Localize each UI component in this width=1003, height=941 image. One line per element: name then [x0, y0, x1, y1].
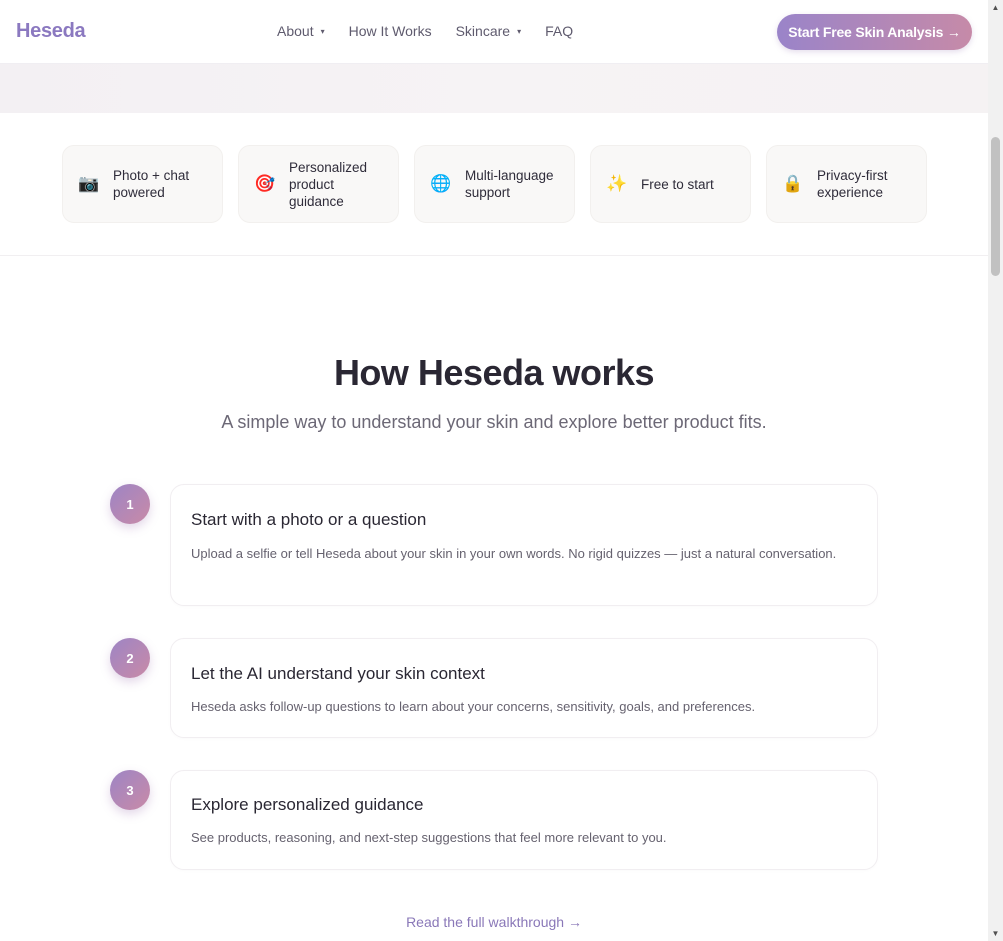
feature-label: Personalized product guidance — [289, 159, 368, 209]
section-title: How Heseda works — [333, 352, 655, 393]
scroll-up-arrow-icon[interactable]: ▲ — [988, 0, 1003, 15]
main-content: Heseda About ▾ How It Works Skincare ▾ F… — [0, 0, 988, 941]
step-number-badge: 3 — [110, 770, 150, 810]
step-card: Explore personalized guidance See produc… — [170, 770, 878, 870]
caret-down-icon: ▾ — [517, 26, 522, 36]
camera-icon: 📷 — [78, 174, 100, 193]
step-number-badge: 1 — [110, 484, 150, 524]
nav-item-label: About — [277, 23, 314, 39]
feature-card-photo-chat: 📷 Photo + chat powered — [62, 145, 223, 223]
feature-label: Privacy-first experience — [817, 168, 888, 200]
feature-label: Free to start — [641, 176, 714, 192]
step-card: Start with a photo or a question Upload … — [170, 484, 878, 606]
nav-item-faq[interactable]: FAQ — [545, 23, 573, 39]
logo[interactable]: Heseda — [16, 20, 86, 43]
nav-item-label: Skincare — [455, 23, 511, 39]
feature-card-personalized: 🎯 Personalized product guidance — [238, 145, 399, 223]
nav-item-label: How It Works — [348, 23, 432, 39]
start-skin-analysis-button[interactable]: Start Free Skin Analysis → — [777, 14, 972, 50]
step-number-badge: 2 — [110, 638, 150, 678]
step-description: Heseda asks follow-up questions to learn… — [191, 699, 756, 714]
step-card: Let the AI understand your skin context … — [170, 638, 878, 738]
feature-card-privacy: 🔒 Privacy-first experience — [766, 145, 927, 223]
step-description: Upload a selfie or tell Heseda about you… — [191, 546, 837, 561]
nav-item-about[interactable]: About ▾ — [277, 23, 325, 39]
step-title: Start with a photo or a question — [191, 510, 427, 529]
scroll-down-arrow-icon[interactable]: ▼ — [988, 926, 1003, 941]
sparkles-icon: ✨ — [606, 174, 628, 193]
step-description: See products, reasoning, and next-step s… — [191, 830, 667, 845]
feature-card-multi-language: 🌐 Multi-language support — [414, 145, 575, 223]
full-walkthrough-link[interactable]: Read the full walkthrough → — [0, 914, 988, 930]
feature-label: Photo + chat powered — [113, 168, 190, 200]
globe-icon: 🌐 — [430, 174, 452, 193]
step-title: Explore personalized guidance — [191, 795, 424, 814]
site-header: Heseda About ▾ How It Works Skincare ▾ F… — [0, 0, 988, 64]
features-section: 📷 Photo + chat powered 🎯 Personalized pr… — [0, 113, 988, 256]
nav-item-skincare[interactable]: Skincare ▾ — [456, 23, 521, 39]
main-nav: About ▾ How It Works Skincare ▾ FAQ — [277, 23, 597, 39]
target-icon: 🎯 — [254, 174, 276, 193]
page: Heseda About ▾ How It Works Skincare ▾ F… — [0, 0, 1003, 941]
feature-label: Multi-language support — [465, 168, 554, 200]
nav-item-label: FAQ — [545, 23, 574, 39]
caret-down-icon: ▾ — [320, 26, 325, 36]
feature-card-free: ✨ Free to start — [590, 145, 751, 223]
section-subtitle: A simple way to understand your skin and… — [221, 412, 767, 432]
step-title: Let the AI understand your skin context — [191, 664, 485, 683]
hero-background-strip — [0, 64, 988, 113]
lock-icon: 🔒 — [782, 174, 804, 193]
vertical-scrollbar[interactable]: ▲ ▼ — [988, 0, 1003, 941]
scrollbar-thumb[interactable] — [991, 137, 1000, 276]
nav-item-how-it-works[interactable]: How It Works — [349, 23, 432, 39]
